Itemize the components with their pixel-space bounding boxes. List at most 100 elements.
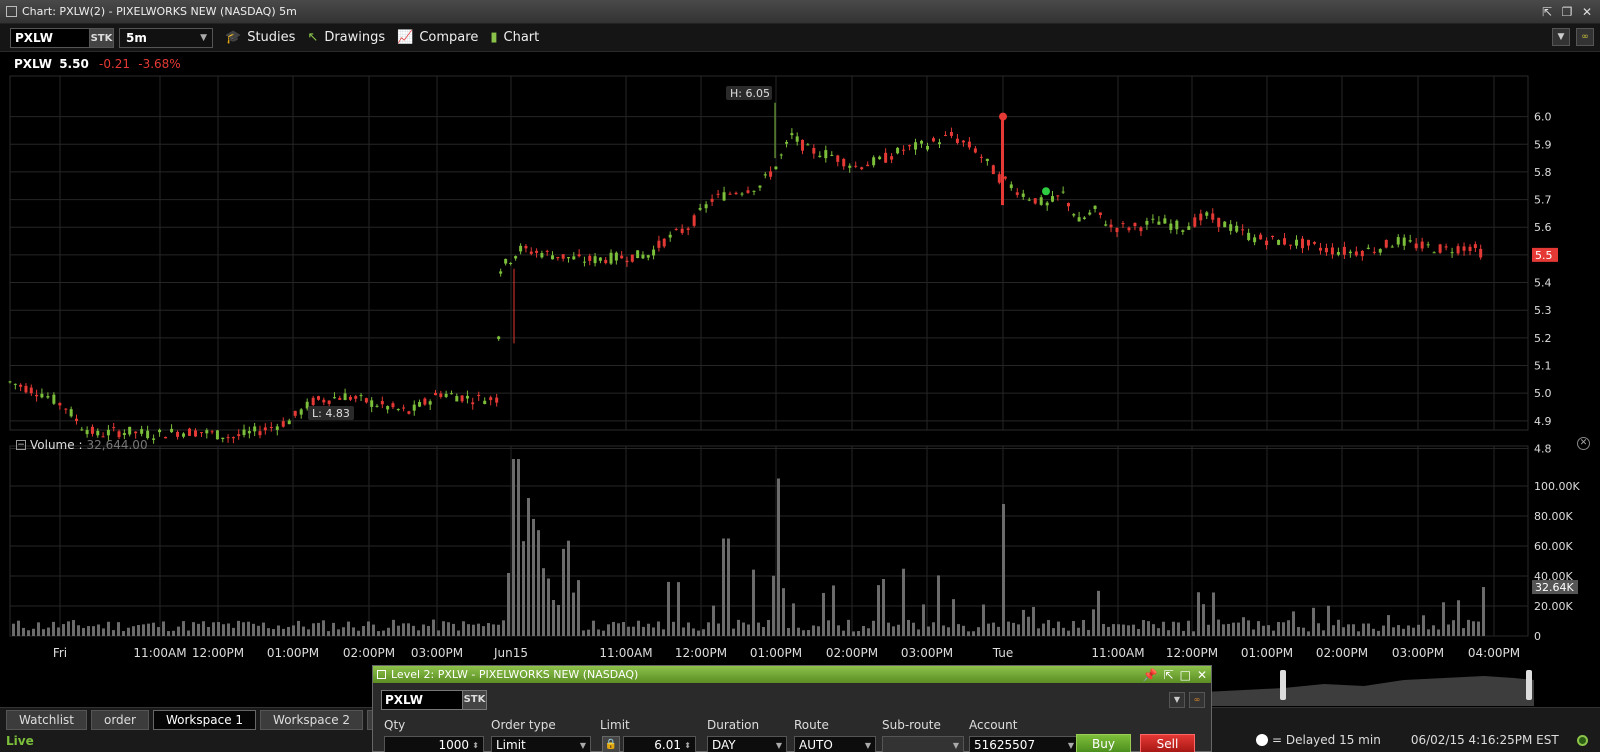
settings-dropdown-icon[interactable]: ▼	[1552, 28, 1570, 46]
candle-body	[412, 404, 416, 411]
volume-header: − Volume : 32,644.00	[16, 438, 148, 452]
candle-body	[509, 262, 513, 264]
volume-bar	[1332, 625, 1335, 636]
volume-bar	[1042, 623, 1045, 636]
window-icon	[6, 6, 17, 17]
volume-bar	[67, 621, 70, 636]
close-icon[interactable]: ✕	[1580, 5, 1594, 19]
volume-bar	[152, 622, 155, 636]
volume-bar	[572, 592, 575, 636]
candle-body	[824, 150, 828, 159]
subroute-select[interactable]: ▼	[882, 736, 964, 752]
candle-body	[535, 250, 539, 253]
price-volume-chart[interactable]: Fri 11:00AM 12:00PM 01:00PM 02:00PM 03:00PM Ju…	[0, 52, 1600, 664]
level2-sec-type[interactable]: STK	[463, 690, 487, 710]
chart-button[interactable]: ▮ Chart	[490, 30, 539, 45]
volume-bar	[1477, 621, 1480, 636]
navigator-overview[interactable]	[1204, 666, 1534, 706]
candle-body	[937, 142, 941, 145]
candle-body	[176, 431, 180, 437]
candle-body	[1444, 246, 1448, 248]
candle-body	[668, 234, 672, 238]
candle-body	[763, 174, 767, 176]
link-icon[interactable]: ∞	[1576, 28, 1594, 46]
candle-body	[1426, 244, 1430, 246]
workspace-tab[interactable]: order	[90, 710, 149, 730]
candle-body	[418, 402, 422, 407]
chevron-down-icon: ▼	[775, 741, 782, 750]
workspace-tab[interactable]: Workspace 1	[152, 710, 257, 730]
volume-bar	[1357, 631, 1360, 636]
navigator-right-handle[interactable]	[1526, 670, 1532, 700]
stepper-icon[interactable]: ⬍	[684, 737, 691, 752]
interval-select[interactable]: 5m ▼	[119, 27, 213, 48]
route-select[interactable]: AUTO ▼	[794, 736, 876, 752]
candle-body	[483, 400, 487, 405]
volume-bar	[852, 631, 855, 636]
candle-body	[561, 254, 565, 259]
compare-button[interactable]: 📈 Compare	[397, 30, 478, 45]
candle-body	[1289, 244, 1293, 246]
sell-button[interactable]: Sell	[1140, 734, 1195, 752]
duration-select[interactable]: DAY ▼	[707, 736, 787, 752]
volume-bar	[112, 630, 115, 636]
x-tick-label: 02:00PM	[343, 646, 395, 660]
navigator-left-handle[interactable]	[1280, 670, 1286, 700]
volume-bar	[247, 621, 250, 636]
account-select[interactable]: 51625507 ▼	[969, 736, 1079, 752]
volume-bar	[1287, 620, 1290, 636]
lock-icon[interactable]: 🔒	[602, 736, 620, 752]
symbol-input[interactable]: PXLW	[10, 27, 90, 48]
limit-input[interactable]: 6.01 ⬍	[623, 736, 696, 752]
volume-bar	[1277, 622, 1280, 636]
volume-bar	[487, 623, 490, 636]
volume-bar	[1117, 624, 1120, 636]
candle-body	[1390, 246, 1394, 248]
close-volume-icon[interactable]: ✕	[1577, 437, 1590, 450]
volume-bar	[1387, 615, 1390, 636]
studies-button[interactable]: 🎓 Studies	[225, 30, 295, 45]
volume-bar	[397, 625, 400, 636]
candle-body	[985, 158, 989, 162]
collapse-icon[interactable]: −	[16, 440, 26, 450]
pin-icon[interactable]: 📌	[1143, 667, 1158, 683]
drawings-button[interactable]: ↖ Drawings	[307, 30, 385, 45]
candle-body	[943, 135, 947, 137]
candle-body	[1420, 241, 1424, 249]
level2-symbol-input[interactable]: PXLW	[381, 690, 463, 710]
level2-link-icon[interactable]: ∞	[1189, 692, 1205, 708]
volume-bar	[1132, 624, 1135, 636]
volume-bar	[492, 624, 495, 636]
order-type-select[interactable]: Limit ▼	[491, 736, 591, 752]
volume-bar	[262, 622, 265, 636]
sec-type-badge[interactable]: STK	[90, 27, 114, 48]
workspace-tab[interactable]: Watchlist	[6, 710, 87, 730]
volume-tick-label: 20.00K	[1534, 600, 1573, 613]
volume-bar	[582, 630, 585, 636]
level2-dropdown-icon[interactable]: ▼	[1169, 692, 1185, 708]
popout-icon[interactable]: ⇱	[1540, 5, 1554, 19]
close-icon[interactable]: ✕	[1197, 667, 1207, 683]
volume-bar	[1222, 624, 1225, 636]
volume-bar	[212, 622, 215, 636]
restore-icon[interactable]: ❐	[1560, 5, 1574, 19]
candle-body	[812, 148, 816, 154]
popout-icon[interactable]: ⇱	[1164, 667, 1174, 683]
volume-bar	[177, 626, 180, 636]
volume-bar	[272, 629, 275, 636]
workspace-tab[interactable]: Workspace 2	[260, 710, 364, 730]
volume-bar	[617, 623, 620, 636]
volume-bar	[912, 622, 915, 636]
volume-bar	[1272, 630, 1275, 636]
qty-input[interactable]: 1000 ⬍	[384, 736, 484, 752]
candle-body	[1133, 223, 1137, 227]
volume-bar	[92, 626, 95, 636]
volume-bar	[567, 540, 570, 636]
candle-body	[842, 158, 846, 167]
candle-body	[728, 193, 732, 195]
buy-button[interactable]: Buy	[1076, 734, 1131, 752]
maximize-icon[interactable]: □	[1180, 667, 1191, 683]
volume-bar	[362, 625, 365, 636]
stepper-icon[interactable]: ⬍	[472, 737, 479, 752]
candle-body	[646, 255, 650, 258]
